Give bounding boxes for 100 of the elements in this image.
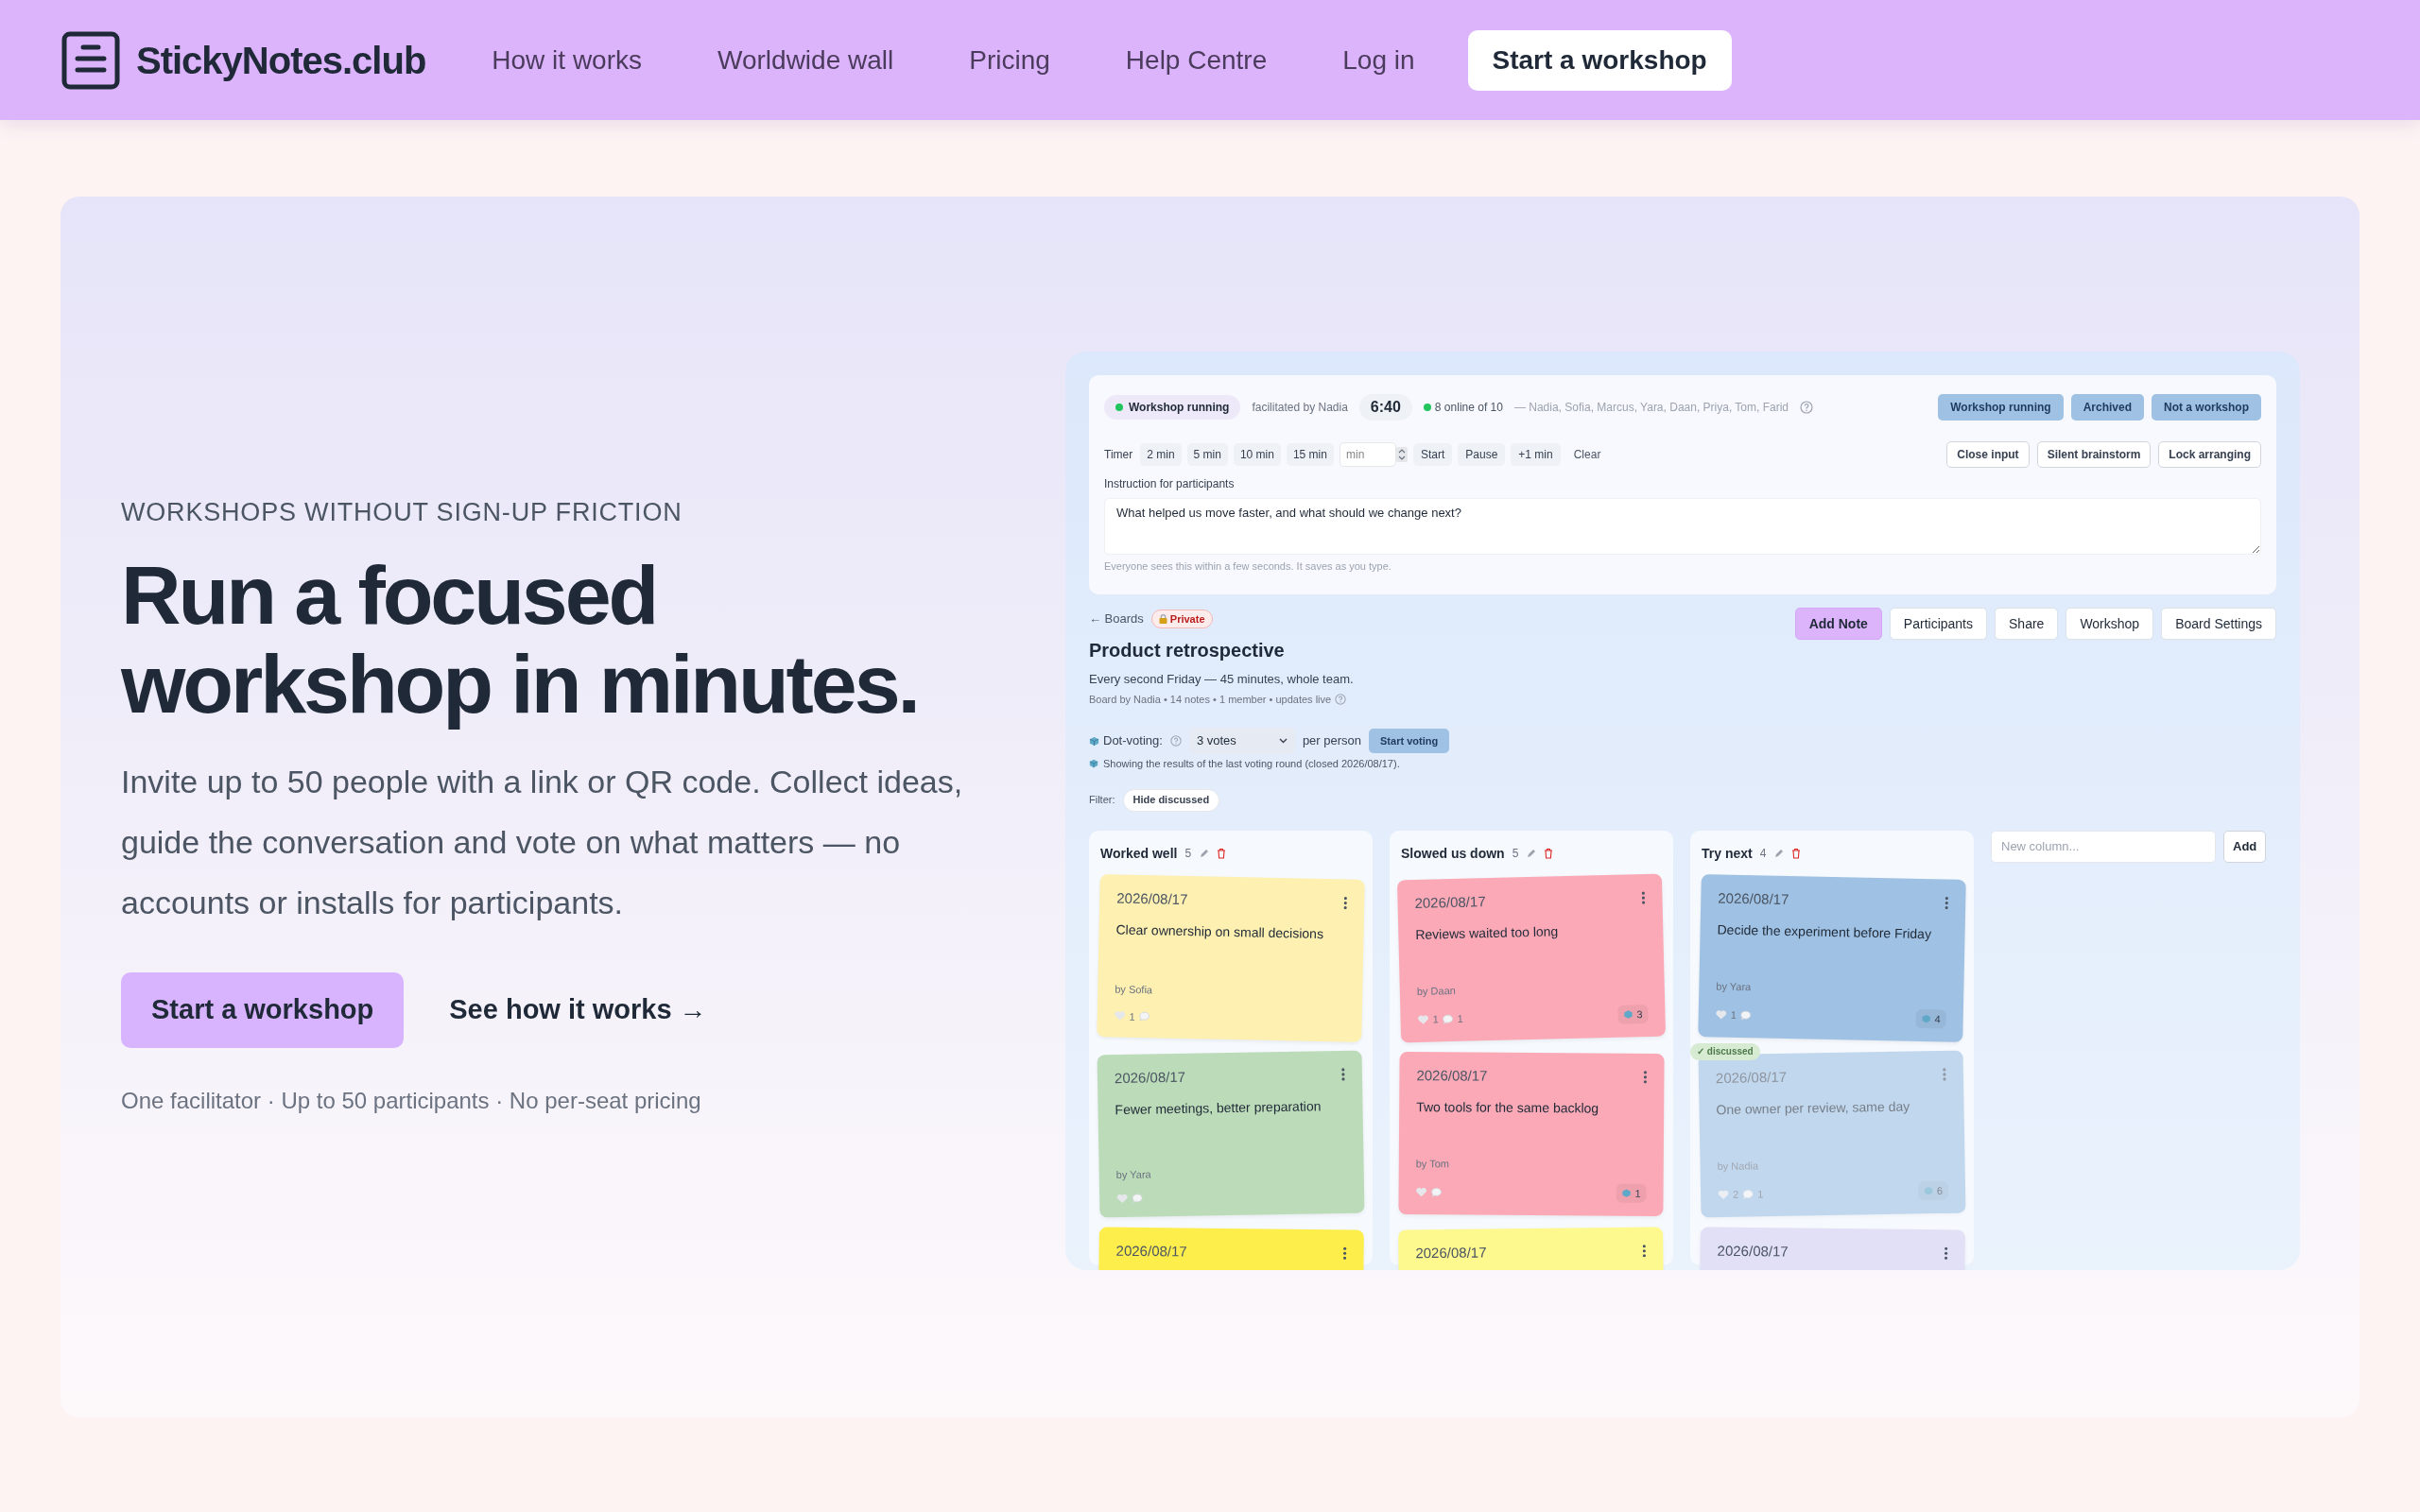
ballot-box-icon — [1621, 1188, 1632, 1198]
nav-link[interactable]: Help Centre — [1125, 40, 1268, 80]
more-icon[interactable] — [1944, 1246, 1948, 1261]
more-icon[interactable] — [1642, 1244, 1647, 1258]
filter-label: Filter: — [1089, 793, 1115, 808]
heart-icon[interactable] — [1116, 1193, 1129, 1204]
pencil-icon[interactable] — [1526, 848, 1537, 859]
control-button[interactable]: Close input — [1946, 441, 2030, 468]
filter-chip[interactable]: Hide discussed — [1122, 788, 1220, 812]
sticky-note[interactable]: 2026/08/17 — [1398, 1227, 1665, 1270]
lock-icon — [1158, 614, 1167, 624]
comment-icon[interactable] — [1138, 1010, 1150, 1022]
sticky-note[interactable]: 2026/08/17 Two tools for the same backlog by Tom 1 — [1398, 1051, 1665, 1216]
instruction-field[interactable]: What helped us move faster, and what should we change next? — [1104, 498, 2261, 555]
board-action-button[interactable]: Add Note — [1794, 608, 1882, 640]
note-date: 2026/08/17 — [1718, 887, 1789, 909]
votes-dropdown[interactable]: 3 votes — [1188, 728, 1295, 754]
status-dot-icon — [1115, 404, 1123, 411]
timer-action-button[interactable]: Clear — [1565, 443, 1609, 466]
help-icon[interactable] — [1800, 401, 1814, 414]
how-it-works-link[interactable]: See how it works → — [449, 988, 707, 1031]
comment-icon[interactable] — [1430, 1186, 1443, 1197]
heart-icon[interactable] — [1715, 1008, 1727, 1020]
private-badge: Private — [1150, 610, 1213, 628]
trash-icon[interactable] — [1544, 848, 1554, 859]
heart-icon[interactable] — [1718, 1188, 1730, 1200]
minutes-field[interactable]: min — [1339, 442, 1396, 467]
sticky-note[interactable]: 2026/08/17 — [1699, 1227, 1965, 1270]
sticky-note[interactable]: 2026/08/17 Decide the experiment before Friday by Yara 1 4 — [1698, 873, 1966, 1042]
online-count: 8 online of 10 — [1434, 400, 1503, 416]
nav-link[interactable]: Worldwide wall — [717, 40, 894, 80]
note-author: by Daan — [1416, 982, 1457, 999]
column-title: Worked well — [1100, 844, 1178, 863]
note-author: by Yara — [1716, 978, 1753, 994]
pencil-icon[interactable] — [1773, 848, 1785, 859]
comment-icon[interactable] — [1132, 1193, 1144, 1204]
comment-icon[interactable] — [1742, 1188, 1754, 1199]
sticky-note[interactable]: 2026/08/17 — [1098, 1227, 1364, 1270]
mode-button[interactable]: Workshop running — [1938, 394, 2064, 421]
heart-icon[interactable] — [1417, 1013, 1429, 1024]
per-person-text: per person — [1302, 732, 1362, 750]
logo-icon[interactable] — [60, 29, 121, 91]
start-workshop-button[interactable]: Start a workshop — [121, 971, 405, 1048]
heart-icon[interactable] — [1415, 1186, 1427, 1197]
comment-icon[interactable] — [1739, 1009, 1752, 1021]
sticky-note[interactable]: 2026/08/17 Reviews waited too long by Daan 1 1 3 — [1396, 873, 1667, 1042]
comment-icon[interactable] — [1442, 1013, 1454, 1024]
logo-text[interactable]: StickyNotes.club — [136, 31, 426, 89]
note-text: Decide the experiment before Friday — [1717, 919, 1933, 943]
control-button[interactable]: Lock arranging — [2158, 441, 2261, 468]
board-action-button[interactable]: Share — [1995, 608, 2059, 640]
new-column-field[interactable]: New column... — [1991, 830, 2216, 863]
comment-count: 1 — [1757, 1186, 1764, 1201]
trash-icon[interactable] — [1791, 848, 1802, 859]
mode-button[interactable]: Not a workshop — [2152, 394, 2261, 421]
note-date: 2026/08/17 — [1415, 1243, 1487, 1263]
board-action-button[interactable]: Participants — [1889, 608, 1987, 640]
add-column-button[interactable]: Add — [2223, 830, 2267, 863]
timer-preset-button[interactable]: 10 min — [1233, 443, 1281, 466]
like-count: 1 — [1730, 1007, 1737, 1022]
column-title: Try next — [1702, 844, 1753, 863]
note-text: Fewer meetings, better preparation — [1115, 1096, 1322, 1119]
pencil-icon[interactable] — [1199, 848, 1210, 859]
board-action-button[interactable]: Workshop — [2066, 608, 2154, 640]
trash-icon[interactable] — [1217, 848, 1227, 859]
board-title: Product retrospective — [1089, 639, 1286, 662]
note-author: by Tom — [1415, 1156, 1451, 1172]
discussed-badge: ✓ discussed — [1690, 1042, 1760, 1060]
ballot-box-icon — [1923, 1185, 1934, 1195]
chevron-down-icon — [1278, 738, 1288, 744]
nav-link[interactable]: How it works — [492, 40, 643, 80]
more-icon[interactable] — [1643, 1070, 1648, 1084]
sticky-note[interactable]: 2026/08/17 Fewer meetings, better preparation by Yara — [1097, 1050, 1365, 1217]
nav-link[interactable]: Pricing — [969, 40, 1050, 80]
nav-link[interactable]: Log in — [1342, 40, 1415, 80]
timer-action-button[interactable]: +1 min — [1511, 443, 1561, 466]
timer-preset-button[interactable]: 15 min — [1286, 443, 1334, 466]
mode-button[interactable]: Archived — [2070, 394, 2144, 421]
timer-preset-button[interactable]: 2 min — [1140, 443, 1182, 466]
more-icon[interactable] — [1343, 896, 1348, 910]
help-icon[interactable] — [1335, 693, 1347, 705]
ballot-box-icon — [1623, 1008, 1634, 1020]
board-action-button[interactable]: Board Settings — [2161, 608, 2276, 640]
more-icon[interactable] — [1641, 890, 1646, 904]
timer-preset-button[interactable]: 5 min — [1186, 443, 1228, 466]
voting-label: Dot-voting: — [1103, 732, 1163, 750]
control-button[interactable]: Silent brainstorm — [2036, 441, 2152, 468]
start-voting-button[interactable]: Start voting — [1369, 729, 1450, 753]
more-icon[interactable] — [1340, 1067, 1346, 1081]
boards-link[interactable]: ← Boards — [1089, 610, 1144, 628]
more-icon[interactable] — [1342, 1246, 1347, 1261]
ballot-box-icon — [1921, 1013, 1931, 1023]
more-icon[interactable] — [1945, 896, 1949, 910]
sticky-note[interactable]: 2026/08/17 Clear ownership on small decisions by Sofia 1 — [1097, 873, 1365, 1042]
start-workshop-button[interactable]: Start a workshop — [1467, 29, 1732, 91]
note-author: by Nadia — [1717, 1158, 1760, 1174]
timer-action-button[interactable]: Start — [1412, 443, 1453, 466]
help-icon[interactable] — [1169, 735, 1182, 747]
timer-action-button[interactable]: Pause — [1458, 443, 1506, 466]
note-text: One owner per review, same day — [1716, 1096, 1911, 1119]
